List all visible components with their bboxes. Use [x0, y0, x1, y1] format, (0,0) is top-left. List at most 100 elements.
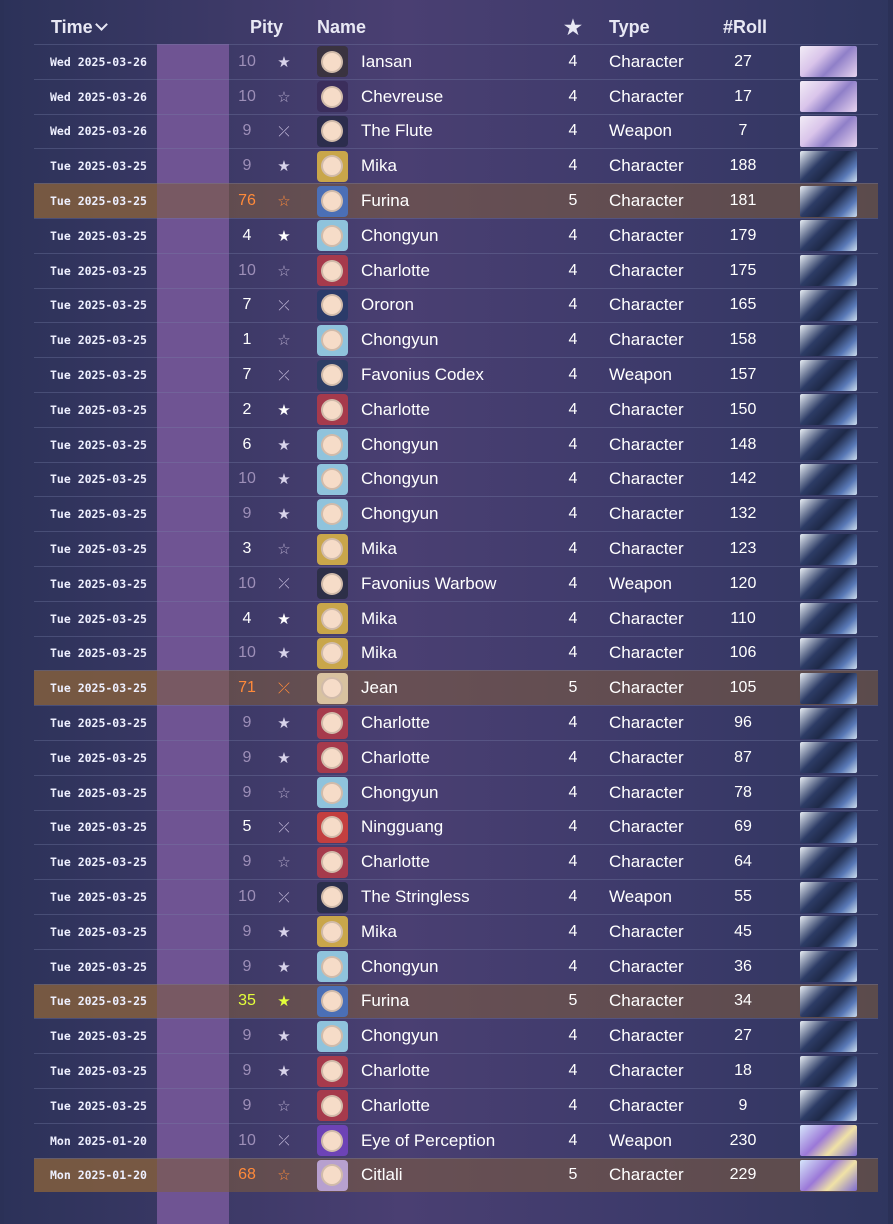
banner-thumbnail[interactable]	[800, 428, 857, 462]
banner-thumbnail[interactable]	[800, 358, 857, 392]
table-row[interactable]: Tue 2025-03-25 9 ★ Chongyun 4 Character …	[34, 496, 878, 531]
row-name[interactable]: Chongyun	[361, 428, 591, 462]
banner-thumbnail[interactable]	[800, 950, 857, 984]
table-row[interactable]: Tue 2025-03-25 9 ★ Charlotte 4 Character…	[34, 739, 878, 775]
row-name[interactable]: Chongyun	[361, 219, 591, 253]
row-name[interactable]: The Stringless	[361, 880, 591, 914]
table-row[interactable]: Tue 2025-03-25 71 ⤫ Jean 5 Character 105	[34, 670, 878, 706]
table-row[interactable]: Tue 2025-03-25 9 ☆ Charlotte 4 Character…	[34, 1087, 878, 1123]
banner-thumbnail[interactable]	[800, 706, 857, 740]
banner-thumbnail[interactable]	[800, 1019, 857, 1053]
row-name[interactable]: Chongyun	[361, 497, 591, 531]
table-row[interactable]: Tue 2025-03-25 10 ⤫ Favonius Warbow 4 We…	[34, 565, 878, 601]
banner-thumbnail[interactable]	[800, 254, 857, 288]
banner-thumbnail[interactable]	[800, 1124, 857, 1158]
banner-thumbnail[interactable]	[800, 45, 857, 79]
banner-thumbnail[interactable]	[800, 532, 857, 566]
banner-thumbnail[interactable]	[800, 915, 857, 949]
banner-thumbnail[interactable]	[800, 741, 857, 775]
row-name[interactable]: Charlotte	[361, 393, 591, 427]
row-name[interactable]: Mika	[361, 637, 591, 671]
table-row[interactable]: Tue 2025-03-25 9 ★ Mika 4 Character 45	[34, 913, 878, 949]
banner-thumbnail[interactable]	[800, 671, 857, 705]
banner-thumbnail[interactable]	[800, 323, 857, 357]
row-name[interactable]: Furina	[361, 985, 591, 1019]
row-name[interactable]: Charlotte	[361, 254, 591, 288]
row-name[interactable]: Furina	[361, 184, 591, 218]
table-row[interactable]: Tue 2025-03-25 2 ★ Charlotte 4 Character…	[34, 391, 878, 427]
table-row[interactable]: Tue 2025-03-25 35 ★ Furina 5 Character 3…	[34, 983, 878, 1019]
row-name[interactable]: Ningguang	[361, 811, 591, 845]
table-row[interactable]: Tue 2025-03-25 1 ☆ Chongyun 4 Character …	[34, 322, 878, 357]
row-name[interactable]: Charlotte	[361, 706, 591, 740]
banner-thumbnail[interactable]	[800, 880, 857, 914]
row-name[interactable]: Mika	[361, 602, 591, 636]
table-row[interactable]: Tue 2025-03-25 4 ★ Chongyun 4 Character …	[34, 217, 878, 253]
row-name[interactable]: Chongyun	[361, 1019, 591, 1053]
table-row[interactable]: Mon 2025-01-20 10 ⤫ Eye of Perception 4 …	[34, 1122, 878, 1158]
table-row[interactable]: Wed 2025-03-26 10 ★ Iansan 4 Character 2…	[34, 44, 878, 79]
banner-thumbnail[interactable]	[800, 1089, 857, 1123]
header-time[interactable]: Time	[51, 17, 108, 38]
table-row[interactable]: Tue 2025-03-25 7 ⤫ Favonius Codex 4 Weap…	[34, 357, 878, 392]
row-name[interactable]: Chevreuse	[361, 80, 591, 114]
table-row[interactable]: Tue 2025-03-25 9 ★ Chongyun 4 Character …	[34, 948, 878, 984]
banner-thumbnail[interactable]	[800, 1054, 857, 1088]
banner-thumbnail[interactable]	[800, 184, 857, 218]
table-row[interactable]: Tue 2025-03-25 3 ☆ Mika 4 Character 123	[34, 531, 878, 566]
row-name[interactable]: Favonius Warbow	[361, 567, 591, 601]
table-row[interactable]: Tue 2025-03-25 10 ☆ Charlotte 4 Characte…	[34, 252, 878, 288]
row-name[interactable]: Favonius Codex	[361, 358, 591, 392]
table-row[interactable]: Tue 2025-03-25 10 ★ Chongyun 4 Character…	[34, 461, 878, 497]
banner-thumbnail[interactable]	[800, 811, 857, 845]
table-row[interactable]: Tue 2025-03-25 9 ★ Charlotte 4 Character…	[34, 705, 878, 740]
row-name[interactable]: The Flute	[361, 115, 591, 149]
row-name[interactable]: Charlotte	[361, 1054, 591, 1088]
banner-thumbnail[interactable]	[800, 289, 857, 323]
row-name[interactable]: Charlotte	[361, 845, 591, 879]
header-type[interactable]: Type	[609, 17, 650, 38]
table-row[interactable]: Tue 2025-03-25 9 ★ Mika 4 Character 188	[34, 148, 878, 183]
banner-thumbnail[interactable]	[800, 845, 857, 879]
banner-thumbnail[interactable]	[800, 393, 857, 427]
row-name[interactable]: Iansan	[361, 45, 591, 79]
banner-thumbnail[interactable]	[800, 149, 857, 183]
row-name[interactable]: Charlotte	[361, 741, 591, 775]
header-roll[interactable]: #Roll	[723, 17, 767, 38]
row-name[interactable]: Chongyun	[361, 323, 591, 357]
table-row[interactable]: Mon 2025-01-20 68 ☆ Citlali 5 Character …	[34, 1157, 878, 1193]
table-row[interactable]: Tue 2025-03-25 9 ☆ Charlotte 4 Character…	[34, 844, 878, 879]
banner-thumbnail[interactable]	[800, 80, 857, 114]
banner-thumbnail[interactable]	[800, 567, 857, 601]
banner-thumbnail[interactable]	[800, 602, 857, 636]
row-name[interactable]: Chongyun	[361, 463, 591, 497]
row-name[interactable]: Jean	[361, 671, 591, 705]
table-row[interactable]: Tue 2025-03-25 7 ⤫ Ororon 4 Character 16…	[34, 287, 878, 323]
table-row[interactable]: Wed 2025-03-26 10 ☆ Chevreuse 4 Characte…	[34, 78, 878, 114]
table-row[interactable]: Tue 2025-03-25 9 ★ Chongyun 4 Character …	[34, 1018, 878, 1053]
table-row[interactable]: Tue 2025-03-25 10 ⤫ The Stringless 4 Wea…	[34, 879, 878, 914]
table-row[interactable]: Tue 2025-03-25 10 ★ Mika 4 Character 106	[34, 635, 878, 671]
table-row[interactable]: Tue 2025-03-25 76 ☆ Furina 5 Character 1…	[34, 183, 878, 218]
row-name[interactable]: Ororon	[361, 289, 591, 323]
row-name[interactable]: Mika	[361, 149, 591, 183]
banner-thumbnail[interactable]	[800, 219, 857, 253]
table-row[interactable]: Tue 2025-03-25 4 ★ Mika 4 Character 110	[34, 600, 878, 636]
row-name[interactable]: Chongyun	[361, 950, 591, 984]
header-name[interactable]: Name	[317, 17, 366, 38]
banner-thumbnail[interactable]	[800, 115, 857, 149]
table-row[interactable]: Wed 2025-03-26 9 ⤫ The Flute 4 Weapon 7	[34, 113, 878, 149]
row-name[interactable]: Citlali	[361, 1159, 591, 1193]
table-row[interactable]: Tue 2025-03-25 9 ☆ Chongyun 4 Character …	[34, 774, 878, 810]
banner-thumbnail[interactable]	[800, 1159, 857, 1193]
banner-thumbnail[interactable]	[800, 497, 857, 531]
banner-thumbnail[interactable]	[800, 463, 857, 497]
table-row[interactable]: Tue 2025-03-25 6 ★ Chongyun 4 Character …	[34, 426, 878, 462]
table-row[interactable]: Tue 2025-03-25 9 ★ Charlotte 4 Character…	[34, 1053, 878, 1088]
header-pity[interactable]: Pity	[250, 17, 283, 38]
header-rarity-star-icon[interactable]: ★	[564, 15, 582, 40]
row-name[interactable]: Eye of Perception	[361, 1124, 591, 1158]
banner-thumbnail[interactable]	[800, 637, 857, 671]
table-row[interactable]: Tue 2025-03-25 5 ⤫ Ningguang 4 Character…	[34, 809, 878, 845]
row-name[interactable]: Mika	[361, 532, 591, 566]
